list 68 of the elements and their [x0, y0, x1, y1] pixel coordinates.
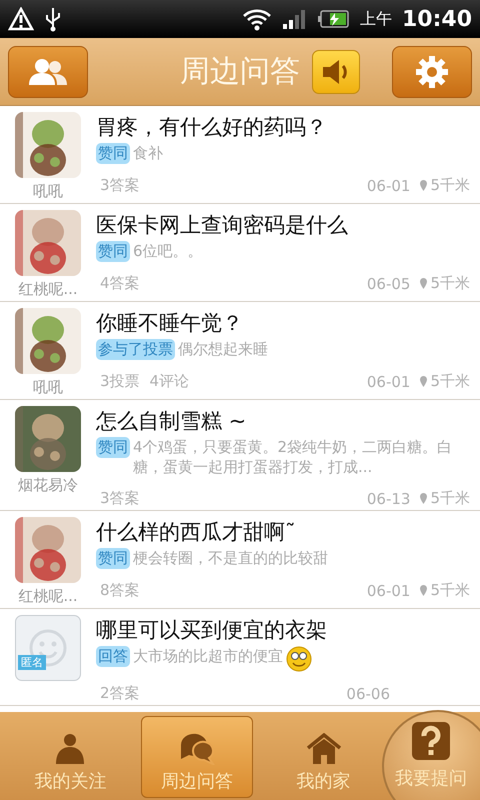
answer-tag: 赞同 [96, 241, 130, 262]
post-date: 06-01 [366, 582, 410, 600]
question-row[interactable]: 吼吼 胃疼，有什么好的药吗？ 赞同 食补 3答案 06-01 5千米 [0, 106, 480, 204]
battery-charging-icon [318, 9, 350, 29]
speaker-button[interactable] [312, 50, 360, 94]
distance-text: 5千米 [430, 581, 470, 600]
answer-tag: 参与了投票 [96, 339, 175, 360]
answer-tag: 回答 [96, 646, 130, 667]
distance-text: 5千米 [430, 274, 470, 293]
stat-count: 3答案 [100, 489, 140, 508]
author-name: 红桃呢... [18, 280, 78, 299]
screen-title: 周边问答 [180, 53, 300, 91]
answer-text: 偶尔想起来睡 [178, 339, 268, 359]
location-pin-icon [420, 376, 428, 387]
post-date: 06-13 [366, 490, 410, 508]
author-name: 吼吼 [33, 182, 63, 201]
stat-count: 8答案 [100, 581, 140, 600]
signal-icon [282, 8, 308, 30]
author-name: 烟花易冷 [18, 476, 78, 495]
usb-icon [44, 6, 62, 32]
stat-count: 3答案 [100, 176, 140, 195]
answer-text: 6位吧。。 [133, 241, 203, 261]
house-icon [306, 733, 342, 765]
settings-button[interactable] [392, 46, 472, 98]
question-title: 医保卡网上查询密码是什么 [96, 212, 349, 239]
question-row[interactable]: 吼吼 你睡不睡午觉？ 参与了投票 偶尔想起来睡 3投票 4评论 06-01 5千米 [0, 302, 480, 400]
question-title: 你睡不睡午觉？ [96, 310, 244, 337]
answer-text: 4个鸡蛋，只要蛋黄。2袋纯牛奶，二两白糖。白糖，蛋黄一起用打蛋器打发，打成... [133, 437, 454, 477]
distance-text: 5千米 [430, 176, 470, 195]
question-mark-icon [412, 722, 450, 760]
stat-count: 4评论 [150, 372, 190, 391]
location-pin-icon [420, 180, 428, 191]
location-pin-icon [420, 493, 428, 504]
post-date: 06-06 [346, 684, 390, 702]
distance-text: 5千米 [430, 372, 470, 391]
question-title: 什么样的西瓜才甜啊˜ [96, 519, 296, 546]
answer-tag: 赞同 [96, 548, 130, 569]
clock-time: 10:40 [402, 6, 472, 32]
contacts-button[interactable] [8, 46, 88, 98]
answer-tag: 赞同 [96, 143, 130, 164]
answer-tag: 赞同 [96, 437, 130, 458]
question-row[interactable]: 烟花易冷 怎么自制雪糕 ~ 赞同 4个鸡蛋，只要蛋黄。2袋纯牛奶，二两白糖。白糖，蛋黄一起用打蛋器打发，打成... 3答案 06-13 5千米 [0, 400, 480, 511]
location-pin-icon [420, 278, 428, 289]
answer-text: 大市场的比超市的便宜 [133, 646, 283, 666]
question-title: 怎么自制雪糕 ~ [96, 408, 248, 435]
author-name: 红桃呢... [18, 587, 78, 606]
stat-count: 3投票 [100, 372, 140, 391]
question-title: 胃疼，有什么好的药吗？ [96, 114, 328, 141]
clock-period: 上午 [360, 8, 392, 30]
wifi-icon [242, 7, 272, 31]
question-row[interactable]: 红桃呢... 什么样的西瓜才甜啊˜ 赞同 梗会转圈，不是直的的比较甜 8答案 06-01 5千米 [0, 511, 480, 609]
question-title: 哪里可以买到便宜的衣架 [96, 617, 328, 644]
stat-count: 2答案 [100, 684, 140, 703]
post-date: 06-05 [366, 274, 410, 292]
author-name: 吼吼 [33, 378, 63, 397]
stat-count: 4答案 [100, 274, 140, 293]
post-date: 06-01 [366, 176, 410, 194]
answer-text: 梗会转圈，不是直的的比较甜 [133, 548, 328, 568]
distance-text: 5千米 [430, 489, 470, 508]
answer-text: 食补 [133, 143, 163, 163]
warning-icon [8, 7, 34, 31]
question-row[interactable]: 匿名 哪里可以买到便宜的衣架 回答 大市场的比超市的便宜 2答案 06-06 [0, 609, 480, 706]
location-pin-icon [420, 585, 428, 596]
anonymous-label: 匿名 [18, 655, 46, 670]
people-icon [28, 58, 68, 86]
post-date: 06-01 [366, 372, 410, 390]
settings-icon [414, 54, 450, 90]
question-row[interactable]: 红桃呢... 医保卡网上查询密码是什么 赞同 6位吧。。 4答案 06-05 5千米 [0, 204, 480, 302]
